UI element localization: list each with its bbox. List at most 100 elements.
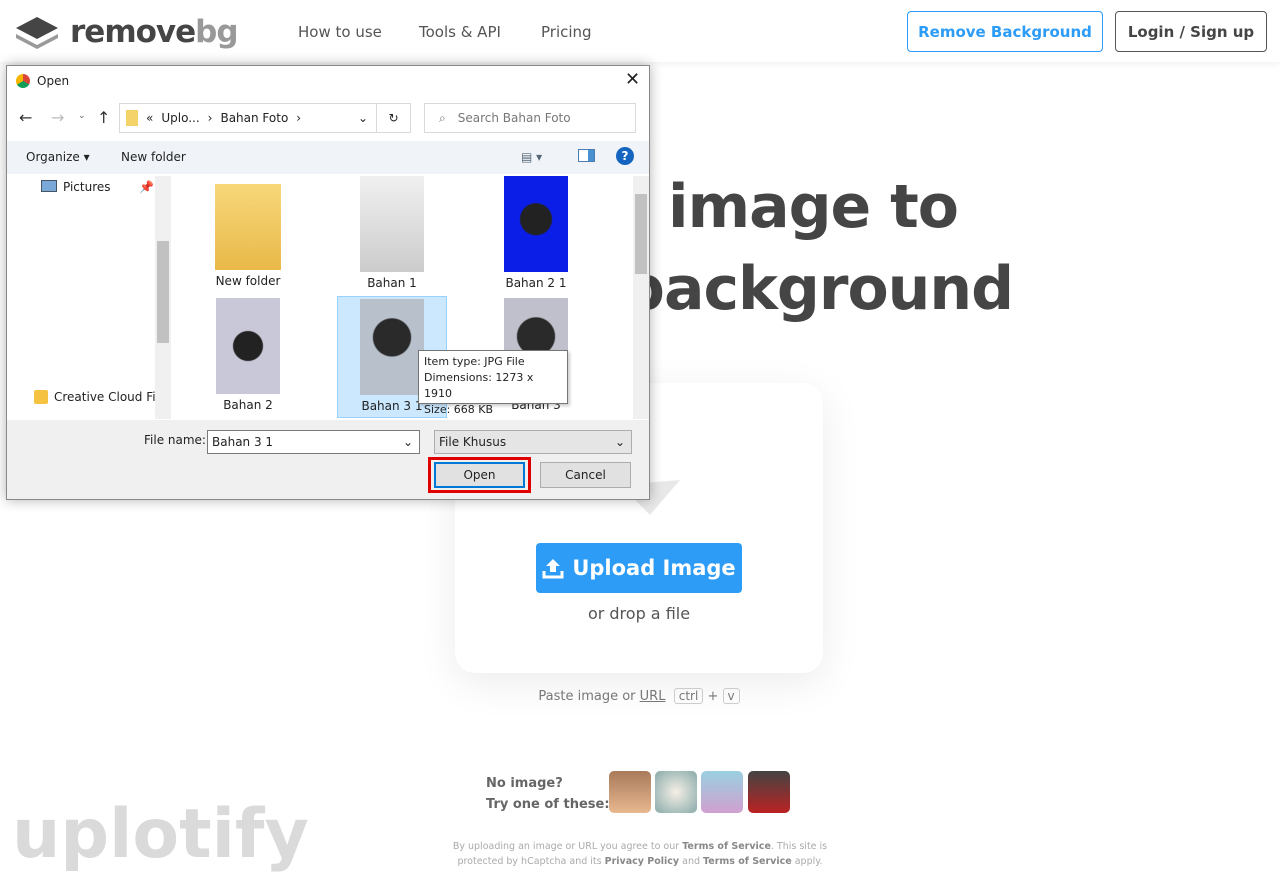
remove-background-button[interactable]: Remove Background	[907, 11, 1103, 52]
up-icon[interactable]: ↑	[97, 108, 110, 127]
forward-icon[interactable]: →	[51, 108, 64, 127]
cancel-button[interactable]: Cancel	[540, 462, 631, 488]
scroll-thumb[interactable]	[635, 194, 647, 274]
tos-link-2[interactable]: Terms of Service	[703, 856, 792, 867]
tos-link[interactable]: Terms of Service	[682, 841, 771, 852]
drop-file-text: or drop a file	[587, 604, 691, 623]
file-type-select[interactable]: File Khusus ⌄	[434, 430, 632, 454]
organize-label: Organize	[26, 150, 80, 164]
organize-button[interactable]: Organize ▾	[26, 150, 90, 164]
view-options-icon[interactable]: ▤ ▾	[521, 150, 542, 164]
sample-dog[interactable]	[655, 771, 697, 813]
scroll-thumb[interactable]	[157, 241, 169, 343]
creative-cloud-icon	[34, 390, 48, 404]
watermark: uplotify	[12, 795, 309, 874]
nav-creative-cloud[interactable]: Creative Cloud Fil	[34, 390, 159, 404]
chevron-down-icon[interactable]: ⌄	[403, 435, 413, 449]
upload-label: Upload Image	[572, 556, 736, 580]
site-header: removebg How to use Tools & API Pricing …	[0, 0, 1280, 62]
file-label: New folder	[215, 274, 281, 288]
nav-tools-api[interactable]: Tools & API	[419, 23, 501, 41]
chevron-down-icon: ⌄	[614, 435, 625, 449]
file-label: Bahan 1	[367, 276, 417, 290]
search-icon: ⌕	[439, 110, 446, 125]
file-item[interactable]: Bahan 2 1	[481, 176, 591, 290]
nav-how-to-use[interactable]: How to use	[298, 23, 382, 41]
recent-dropdown-icon[interactable]: ⌄	[78, 111, 86, 121]
chevron-down-icon[interactable]: ⌄	[358, 111, 368, 125]
image-thumbnail	[360, 176, 424, 272]
filename-label: File name:	[144, 433, 206, 447]
preview-pane-icon[interactable]	[578, 149, 595, 162]
paste-hint: Paste image or URL ctrl + v	[455, 688, 823, 704]
nav-scrollbar[interactable]	[155, 176, 171, 419]
privacy-link[interactable]: Privacy Policy	[605, 856, 679, 867]
sample-car[interactable]	[748, 771, 790, 813]
tooltip-size: Size: 668 KB	[424, 403, 494, 416]
sample-prompt: No image? Try one of these:	[486, 773, 610, 815]
legal-and: and	[682, 856, 700, 867]
nav-label: Pictures	[63, 180, 111, 194]
file-tooltip: Item type: JPG File Dimensions: 1273 x 19…	[418, 350, 568, 416]
file-item[interactable]: Bahan 2	[193, 298, 303, 412]
ctrl-key: ctrl	[673, 688, 704, 704]
pictures-icon	[41, 180, 57, 192]
folder-icon	[126, 110, 138, 126]
chrome-icon	[16, 74, 30, 88]
file-item-new-folder[interactable]: New folder	[193, 176, 303, 288]
legal-1: By uploading an image or URL you agree t…	[452, 841, 680, 852]
file-label: Bahan 2 1	[505, 276, 567, 290]
navigation-pane: Pictures 📌 Creative Cloud Fil	[7, 176, 172, 419]
logo[interactable]: removebg	[14, 14, 239, 50]
chevron-icon: ›	[296, 111, 302, 125]
logo-text: remove	[70, 14, 196, 50]
nav-pictures[interactable]: Pictures	[41, 180, 111, 194]
address-bar[interactable]: « Uplo... › Bahan Foto › ⌄	[119, 103, 377, 133]
upload-icon	[542, 559, 564, 579]
paste-text: Paste image or	[538, 689, 636, 704]
file-type-value: File Khusus	[439, 435, 507, 449]
login-signup-button[interactable]: Login / Sign up	[1115, 11, 1267, 52]
tooltip-type: Item type: JPG File	[424, 355, 525, 368]
search-input[interactable]: ⌕ Search Bahan Foto	[424, 103, 636, 133]
breadcrumb-item[interactable]: Bahan Foto	[220, 111, 288, 125]
back-icon[interactable]: ←	[19, 108, 32, 127]
toolbar: Organize ▾ New folder ▤ ▾ ?	[7, 141, 649, 174]
file-item[interactable]: Bahan 1	[337, 176, 447, 290]
sample-line1: No image?	[486, 776, 563, 791]
breadcrumb-overflow: «	[146, 111, 154, 125]
upload-image-button[interactable]: Upload Image	[536, 543, 742, 593]
open-button[interactable]: Open	[434, 462, 525, 488]
sample-cake[interactable]	[701, 771, 743, 813]
file-label: Bahan 2	[223, 398, 273, 412]
nav-pricing[interactable]: Pricing	[541, 23, 592, 41]
filename-input[interactable]: Bahan 3 1 ⌄	[207, 430, 420, 454]
close-icon[interactable]: ✕	[625, 69, 640, 90]
sample-line2: Try one of these:	[486, 797, 610, 812]
sample-person[interactable]	[609, 771, 651, 813]
new-folder-button[interactable]: New folder	[121, 150, 186, 164]
legal-3: apply.	[794, 856, 823, 867]
breadcrumb-item[interactable]: Uplo...	[161, 111, 199, 125]
tooltip-dimensions: Dimensions: 1273 x 1910	[424, 371, 534, 400]
filename-value: Bahan 3 1	[212, 435, 274, 449]
pin-icon: 📌	[139, 180, 154, 194]
plus: +	[707, 689, 719, 704]
dialog-title: Open	[37, 74, 70, 88]
logo-icon	[16, 17, 58, 49]
grid-scrollbar[interactable]	[633, 176, 649, 419]
legal-text: By uploading an image or URL you agree t…	[440, 839, 840, 869]
nav-label: Creative Cloud Fil	[54, 390, 159, 404]
image-thumbnail	[216, 298, 280, 394]
v-key: v	[722, 688, 740, 704]
refresh-icon[interactable]: ↻	[377, 103, 411, 133]
folder-icon	[215, 184, 281, 270]
image-thumbnail	[360, 299, 424, 395]
image-thumbnail	[504, 176, 568, 272]
help-icon[interactable]: ?	[616, 147, 634, 165]
open-file-dialog: Open ✕ ← → ⌄ ↑ « Uplo... › Bahan Foto › ⌄ …	[6, 65, 650, 500]
hero-title-line2: background	[622, 254, 1014, 324]
logo-accent: bg	[195, 14, 238, 50]
url-link[interactable]: URL	[640, 689, 666, 704]
hero-title-line1: image to	[668, 172, 959, 242]
